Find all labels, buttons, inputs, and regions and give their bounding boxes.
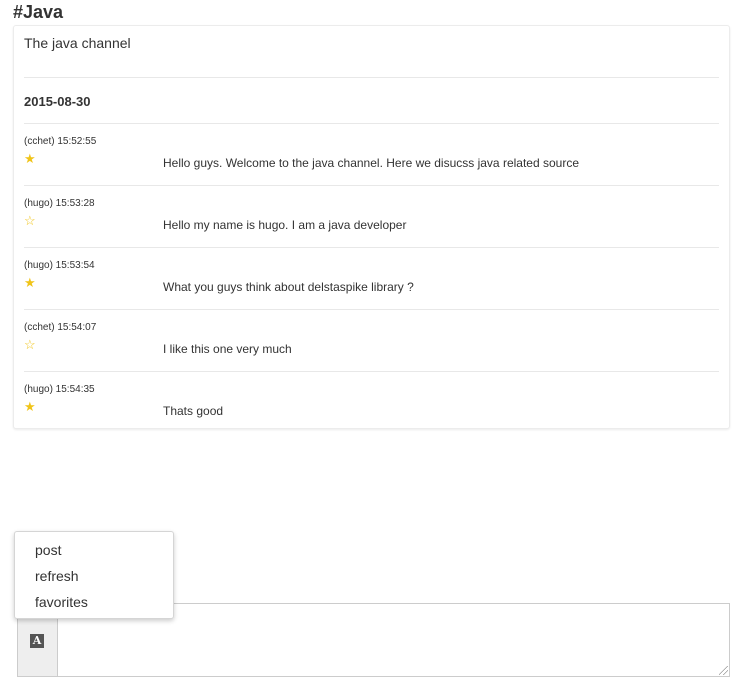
message-text: What you guys think about delstaspike li… (163, 280, 414, 294)
message-meta: (hugo) 15:54:35 (24, 384, 95, 395)
channel-title: #Java (13, 2, 64, 22)
message-text: Hello guys. Welcome to the java channel.… (163, 156, 579, 170)
font-icon: A (30, 634, 44, 648)
message-text: Hello my name is hugo. I am a java devel… (163, 218, 407, 232)
message-meta: (hugo) 15:53:54 (24, 260, 95, 271)
message-text: Thats good (163, 404, 224, 418)
favorite-star-outline-icon[interactable]: ☆ (24, 338, 36, 351)
message-meta: (cchet) 15:52:55 (24, 136, 97, 147)
favorite-star-icon[interactable]: ★ (24, 152, 36, 165)
message-meta: (hugo) 15:53:28 (24, 198, 95, 209)
channel-description: The java channel (24, 35, 131, 51)
message-text: I like this one very much (163, 342, 292, 356)
channel-panel: The java channel 2015-08-30 (cchet) 15:5… (13, 25, 730, 429)
message-list: (cchet) 15:52:55 ★ Hello guys. Welcome t… (24, 123, 719, 433)
menu-item-refresh[interactable]: refresh (15, 565, 173, 591)
favorite-star-outline-icon[interactable]: ☆ (24, 214, 36, 227)
menu-item-post[interactable]: post (15, 539, 173, 565)
menu-item-favorites[interactable]: favorites (15, 591, 173, 617)
favorite-star-icon[interactable]: ★ (24, 400, 36, 413)
message-row: (cchet) 15:52:55 ★ Hello guys. Welcome t… (24, 123, 719, 185)
panel-divider (24, 77, 719, 78)
favorite-star-icon[interactable]: ★ (24, 276, 36, 289)
resize-handle-icon[interactable] (719, 666, 728, 675)
message-row: (hugo) 15:53:54 ★ What you guys think ab… (24, 247, 719, 309)
message-row: (cchet) 15:54:07 ☆ I like this one very … (24, 309, 719, 371)
message-meta: (cchet) 15:54:07 (24, 322, 97, 333)
date-header: 2015-08-30 (24, 94, 91, 109)
message-row: (hugo) 15:54:35 ★ Thats good (24, 371, 719, 433)
context-menu: post refresh favorites (14, 531, 174, 619)
message-row: (hugo) 15:53:28 ☆ Hello my name is hugo.… (24, 185, 719, 247)
